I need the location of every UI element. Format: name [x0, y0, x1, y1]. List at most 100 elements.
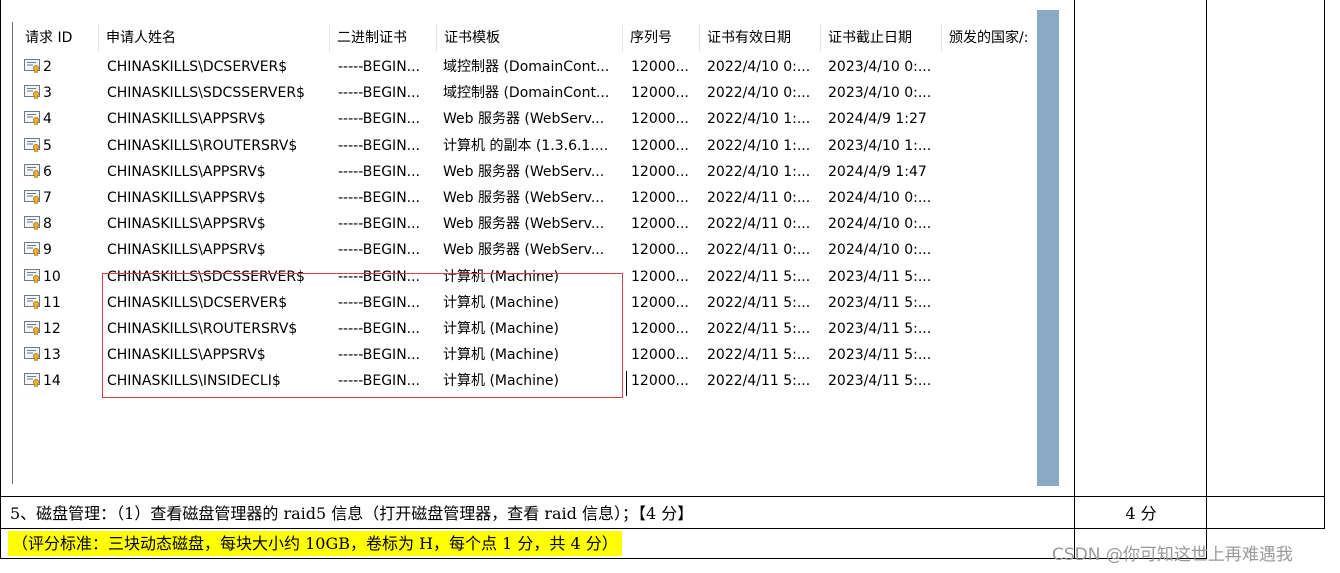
certificate-icon: [24, 190, 40, 204]
expiration-cell: 2024/4/10 0:...: [828, 216, 932, 233]
request-id-cell: 9: [43, 242, 52, 259]
request-id-cell: 5: [43, 137, 52, 154]
column-header-certificate-template[interactable]: 证书模板: [437, 24, 623, 52]
column-header-request-id[interactable]: 请求 ID: [12, 24, 99, 52]
table-row[interactable]: 9 CHINASKILLS\APPSRV$ -----BEGIN... Web 服务器…: [12, 237, 1037, 263]
binary-certificate-cell: -----BEGIN...: [338, 216, 421, 233]
valid-from-cell: 2022/4/10 1:...: [707, 137, 811, 154]
binary-certificate-cell: -----BEGIN...: [338, 59, 421, 75]
document-page: 请求 ID 申请人姓名 二进制证书 证书模板 序列号 证书有效日期 证书截止日期…: [0, 0, 1340, 573]
certificate-icon: [24, 163, 40, 178]
valid-from-cell: 2022/4/11 5:...: [707, 321, 811, 337]
requester-name-cell: CHINASKILLS\APPSRV$: [107, 190, 266, 206]
table-row[interactable]: 4 CHINASKILLS\APPSRV$ -----BEGIN... Web 服务器…: [12, 106, 1037, 132]
serial-number-cell: 12000...: [631, 268, 689, 285]
expiration-cell: 2023/4/10 1:...: [828, 137, 932, 154]
certificate-icon: [24, 294, 40, 309]
table-row-divider-3: [0, 558, 1207, 559]
serial-number-cell: 12000...: [631, 294, 689, 311]
certificate-template-cell: 域控制器 (DomainCont...: [443, 59, 610, 75]
column-header-binary-certificate[interactable]: 二进制证书: [330, 24, 437, 52]
valid-from-cell: 2022/4/11 0:...: [707, 190, 811, 206]
valid-from-cell: 2022/4/11 0:...: [707, 242, 811, 259]
requester-name-cell: CHINASKILLS\ROUTERSRV$: [107, 137, 298, 154]
table-border-left: [0, 0, 1, 559]
serial-number-cell: 12000...: [631, 321, 689, 337]
request-id-cell: 14: [43, 373, 61, 390]
serial-number-cell: 12000...: [631, 85, 689, 102]
binary-certificate-cell: -----BEGIN...: [338, 85, 421, 102]
request-id-cell: 7: [43, 190, 52, 206]
serial-number-cell: 12000...: [631, 59, 689, 75]
valid-from-cell: 2022/4/10 0:...: [707, 59, 811, 75]
requester-name-cell: CHINASKILLS\APPSRV$: [107, 163, 266, 180]
column-header-valid-from[interactable]: 证书有效日期: [700, 24, 821, 52]
task-score: 4 分: [1125, 504, 1157, 523]
expiration-cell: 2023/4/11 5:...: [828, 347, 932, 364]
requester-name-cell: CHINASKILLS\SDCSSERVER$: [107, 85, 305, 102]
column-header-requester-name[interactable]: 申请人姓名: [99, 24, 330, 52]
certificate-template-cell: 域控制器 (DomainCont...: [443, 85, 610, 102]
certificate-icon: [24, 85, 40, 100]
certificate-list-screenshot: 请求 ID 申请人姓名 二进制证书 证书模板 序列号 证书有效日期 证书截止日期…: [12, 10, 1059, 486]
request-id-cell: 11: [43, 294, 61, 311]
table-border-right-col1: [1074, 0, 1075, 559]
task-description: 5、磁盘管理：（1）查看磁盘管理器的 raid5 信息（打开磁盘管理器，查看 r…: [10, 504, 694, 523]
certificate-icon: [24, 373, 40, 388]
certificate-template-cell: Web 服务器 (WebServ...: [443, 242, 605, 259]
serial-number-cell: 12000...: [631, 347, 689, 364]
request-id-cell: 8: [43, 216, 52, 233]
valid-from-cell: 2022/4/10 1:...: [707, 111, 811, 128]
column-header-country[interactable]: 颁发的国家/:: [942, 24, 1037, 52]
binary-certificate-cell: -----BEGIN...: [338, 163, 421, 180]
serial-number-cell: 12000...: [631, 190, 689, 206]
table-row[interactable]: 8 CHINASKILLS\APPSRV$ -----BEGIN... Web 服务器…: [12, 211, 1037, 237]
expiration-cell: 2023/4/11 5:...: [828, 294, 932, 311]
certificate-template-cell: Web 服务器 (WebServ...: [443, 216, 605, 233]
request-id-cell: 2: [43, 59, 52, 75]
binary-certificate-cell: -----BEGIN...: [338, 242, 421, 259]
certificate-template-cell: Web 服务器 (WebServ...: [443, 163, 605, 180]
table-row[interactable]: 3 CHINASKILLS\SDCSSERVER$ -----BEGIN... 域控制…: [12, 80, 1037, 106]
expiration-cell: 2023/4/10 0:...: [828, 59, 932, 75]
request-id-cell: 3: [43, 85, 52, 102]
table-row[interactable]: 7 CHINASKILLS\APPSRV$ -----BEGIN... Web 服务器…: [12, 185, 1037, 211]
certificate-icon: [24, 216, 40, 231]
valid-from-cell: 2022/4/11 5:...: [707, 294, 811, 311]
vertical-scrollbar[interactable]: [1037, 10, 1059, 486]
expiration-cell: 2024/4/9 1:27: [828, 111, 927, 128]
expiration-cell: 2023/4/11 5:...: [828, 373, 932, 390]
watermark: CSDN @你可知这世上再难遇我: [1052, 545, 1293, 565]
valid-from-cell: 2022/4/11 5:...: [707, 373, 811, 390]
valid-from-cell: 2022/4/10 1:...: [707, 163, 811, 180]
certificate-icon: [24, 111, 40, 126]
serial-number-cell: 12000...: [631, 242, 689, 259]
valid-from-cell: 2022/4/11 0:...: [707, 216, 811, 233]
valid-from-cell: 2022/4/11 5:...: [707, 268, 811, 285]
table-row[interactable]: 6 CHINASKILLS\APPSRV$ -----BEGIN... Web 服务器…: [12, 159, 1037, 185]
table-border-right-col3: [1324, 0, 1325, 528]
column-header-serial-number[interactable]: 序列号: [623, 24, 700, 52]
list-header: 请求 ID 申请人姓名 二进制证书 证书模板 序列号 证书有效日期 证书截止日期…: [12, 24, 1037, 52]
serial-number-cell: 12000...: [631, 137, 689, 154]
table-row[interactable]: 2 CHINASKILLS\DCSERVER$ -----BEGIN... 域控制器 …: [12, 54, 1037, 80]
highlight-box: [102, 273, 623, 398]
serial-number-cell: 12000...: [631, 216, 689, 233]
requester-name-cell: CHINASKILLS\APPSRV$: [107, 216, 266, 233]
certificate-icon: [24, 347, 40, 362]
binary-certificate-cell: -----BEGIN...: [338, 111, 421, 128]
certificate-icon: [24, 268, 40, 283]
column-header-expiration[interactable]: 证书截止日期: [821, 24, 942, 52]
table-row[interactable]: 5 CHINASKILLS\ROUTERSRV$ -----BEGIN... 计算机 …: [12, 133, 1037, 159]
valid-from-cell: 2022/4/10 0:...: [707, 85, 811, 102]
expiration-cell: 2023/4/10 0:...: [828, 85, 932, 102]
certificate-icon: [24, 59, 40, 73]
requester-name-cell: CHINASKILLS\APPSRV$: [107, 242, 266, 259]
request-id-cell: 4: [43, 111, 52, 128]
requester-name-cell: CHINASKILLS\DCSERVER$: [107, 59, 288, 75]
expiration-cell: 2024/4/9 1:47: [828, 163, 927, 180]
serial-number-cell: 12000...: [631, 111, 689, 128]
certificate-template-cell: Web 服务器 (WebServ...: [443, 111, 605, 128]
requester-name-cell: CHINASKILLS\APPSRV$: [107, 111, 266, 128]
expiration-cell: 2024/4/10 0:...: [828, 242, 932, 259]
